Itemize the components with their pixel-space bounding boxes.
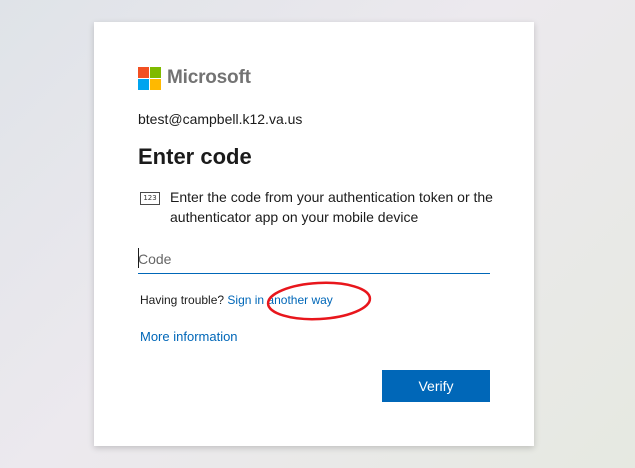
trouble-label: Having trouble? [140,293,225,307]
instruction-text: Enter the code from your authentication … [170,189,493,225]
microsoft-logo: Microsoft [138,66,251,90]
page-title: Enter code [138,144,252,169]
red-circle-annotation [266,281,372,321]
brand-name: Microsoft [167,67,251,88]
annotation-ellipse [266,281,372,321]
text-caret [138,248,139,268]
logo-square-blue [138,78,149,90]
account-email: btest@campbell.k12.va.us [138,111,303,127]
more-information-link[interactable]: More information [140,329,238,344]
microsoft-logo-icon [138,66,161,90]
logo-square-red [138,66,149,78]
keypad-123-icon: 123 [140,192,160,205]
verify-button[interactable]: Verify [382,370,490,402]
logo-square-yellow [150,78,161,90]
code-input[interactable] [138,245,490,274]
logo-square-green [150,66,161,78]
sign-in-card: Microsoft btest@campbell.k12.va.us Enter… [94,22,534,446]
